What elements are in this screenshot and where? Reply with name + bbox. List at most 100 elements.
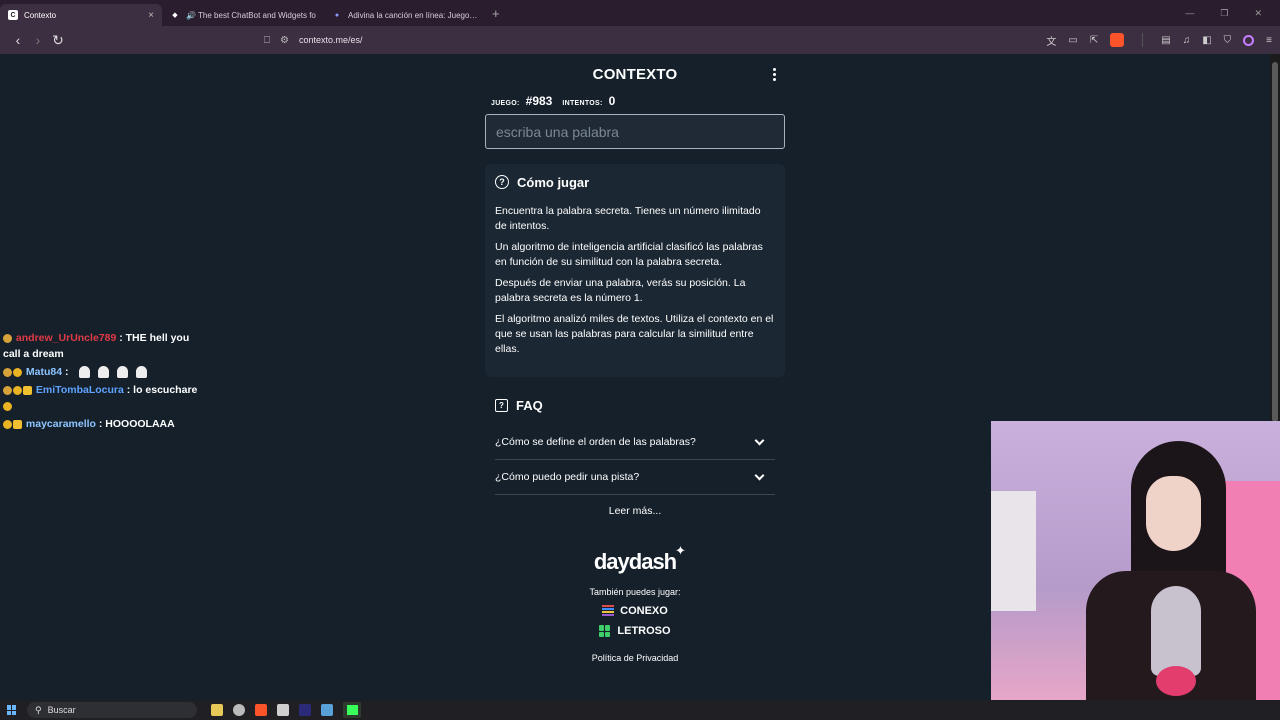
privacy-link[interactable]: Política de Privacidad: [485, 653, 785, 663]
tab-contexto[interactable]: C Contexto ×: [0, 4, 162, 26]
chat-text: :: [65, 366, 69, 378]
menu-icon[interactable]: ≡: [1266, 35, 1272, 46]
chat-message: EmiTombaLocura : lo escuchare: [3, 382, 203, 414]
leo-ai-icon[interactable]: [1243, 34, 1255, 46]
chat-username: EmiTombaLocura: [35, 384, 124, 396]
faq-title: FAQ: [516, 397, 543, 413]
contexto-main: CONTEXTO JUEGO: #983 INTENTOS: 0 ? Cómo …: [485, 54, 785, 663]
minimize-icon[interactable]: —: [1185, 8, 1194, 19]
close-tab-icon[interactable]: ×: [148, 10, 154, 21]
chat-username: maycaramello: [25, 418, 96, 430]
faq-question: ¿Cómo puedo pedir una pista?: [495, 471, 640, 483]
ghost-emote-icon: [117, 366, 129, 379]
tab-title: Contexto: [24, 10, 57, 20]
window-controls: — ❐ ✕: [1185, 8, 1280, 19]
how-to-play-title: Cómo jugar: [517, 174, 590, 190]
mic-mount: [1156, 666, 1196, 696]
pencil-badge-icon: [3, 367, 12, 377]
faq-item[interactable]: ¿Cómo se define el orden de las palabras…: [495, 425, 775, 460]
conexo-icon: [602, 605, 615, 617]
question-circle-icon: ?: [495, 175, 509, 189]
translate-icon[interactable]: 文: [1046, 33, 1056, 48]
word-input[interactable]: [485, 114, 785, 149]
sidebar-icon[interactable]: ▤: [1161, 35, 1170, 46]
coin-badge-icon: [13, 367, 22, 377]
how-to-paragraph: Un algoritmo de inteligencia artificial …: [495, 241, 763, 268]
scrollbar-thumb[interactable]: [1272, 62, 1278, 422]
chat-message: andrew_UrUncle789 : THE hell you call a …: [3, 330, 203, 362]
also-play-label: También puedes jugar:: [589, 587, 681, 597]
how-to-paragraph: Después de enviar una palabra, verás su …: [495, 277, 746, 304]
url-field[interactable]: contexto.me/es/: [299, 35, 363, 45]
sparkle-icon: ✦: [675, 543, 686, 558]
file-explorer-icon[interactable]: [211, 704, 223, 716]
pencil-badge-icon: [3, 333, 12, 343]
crown-badge-icon: [23, 385, 32, 395]
reload-icon[interactable]: ↻: [48, 32, 68, 49]
premiere-icon[interactable]: [299, 704, 311, 716]
faq-item[interactable]: ¿Cómo puedo pedir una pista?: [495, 460, 775, 495]
restore-icon[interactable]: ❐: [1220, 8, 1228, 19]
search-label: Buscar: [47, 705, 76, 715]
steam-icon[interactable]: [321, 704, 333, 716]
more-options-icon[interactable]: [773, 68, 777, 81]
windows-start-icon[interactable]: [7, 705, 17, 715]
brave-icon[interactable]: [255, 704, 267, 716]
music-favicon-icon: ●: [334, 11, 340, 19]
faq-question: ¿Cómo se define el orden de las palabras…: [495, 436, 696, 448]
close-window-icon[interactable]: ✕: [1254, 8, 1262, 19]
chat-faded-message: [3, 300, 203, 328]
tab-title: 🔊 The best ChatBot and Widgets fo: [186, 10, 316, 20]
read-more-link[interactable]: Leer más...: [495, 505, 775, 517]
taskbar-search[interactable]: ⚲ Buscar: [27, 702, 197, 718]
obs-icon[interactable]: [343, 702, 361, 718]
tab-adivina-cancion[interactable]: ● Adivina la canción en línea: Juegos d: [324, 4, 486, 26]
panel-icon[interactable]: ◧: [1202, 35, 1211, 46]
app-icon[interactable]: [277, 704, 289, 716]
share-icon[interactable]: ⇱: [1090, 35, 1098, 46]
how-to-paragraph: Encuentra la palabra secreta. Tienes un …: [495, 205, 761, 232]
daydash-logo[interactable]: daydash ✦: [485, 543, 785, 575]
vpn-shield-icon[interactable]: ⛉: [1224, 35, 1232, 46]
bookmark-icon[interactable]: ⎕: [264, 35, 270, 46]
webcam-streamer-face: [1146, 476, 1201, 551]
chevron-down-icon: [754, 435, 765, 446]
chat-message: maycaramello : HOOOOLAAA: [3, 416, 203, 432]
question-square-icon: ?: [495, 398, 508, 412]
contexto-favicon-icon: C: [8, 10, 18, 20]
streamelements-favicon-icon: ◆: [172, 12, 178, 19]
letroso-link[interactable]: LETROSO: [485, 625, 785, 637]
divider: [1142, 33, 1144, 47]
letroso-label: LETROSO: [617, 625, 671, 637]
chat-text: : HOOOOLAAA: [98, 418, 175, 430]
new-tab-plus-icon[interactable]: +: [492, 6, 500, 21]
conexo-label: CONEXO: [620, 605, 668, 617]
game-stats: JUEGO: #983 INTENTOS: 0: [485, 94, 785, 112]
search-icon: ⚲: [35, 704, 42, 715]
how-to-play-card: ? Cómo jugar Encuentra la palabra secret…: [485, 164, 785, 377]
taskbar-apps: [211, 702, 361, 718]
webcam-shelf: [991, 491, 1036, 611]
cast-icon[interactable]: ▭: [1068, 35, 1077, 46]
address-bar: ‹ › ↻ ⎕ ⚙ contexto.me/es/ 文 ▭ ⇱ ▤ ♫ ◧ ⛉ …: [0, 26, 1280, 54]
ghost-emote-icon: [98, 366, 110, 379]
ghost-emote-icon: [79, 366, 91, 379]
windows-taskbar: ⚲ Buscar: [0, 700, 1280, 720]
conexo-link[interactable]: CONEXO: [485, 605, 785, 617]
microphone-icon: [1151, 586, 1201, 676]
game-title: CONTEXTO: [592, 65, 678, 83]
tab-chatbot[interactable]: ◆ 🔊 The best ChatBot and Widgets fo: [162, 4, 324, 26]
coin-badge-icon: [3, 419, 12, 429]
forward-icon[interactable]: ›: [28, 32, 48, 48]
attempts-label: INTENTOS:: [562, 100, 603, 107]
settings-icon[interactable]: [233, 704, 245, 716]
attempts-value: 0: [608, 94, 616, 108]
music-icon[interactable]: ♫: [1183, 35, 1191, 46]
crown-badge-icon: [13, 419, 22, 429]
back-icon[interactable]: ‹: [8, 32, 28, 48]
site-info-icon[interactable]: ⚙: [280, 35, 289, 46]
chat-username: andrew_UrUncle789: [15, 332, 117, 344]
how-to-paragraph: El algoritmo analizó miles de textos. Ut…: [495, 313, 774, 355]
brave-shields-icon[interactable]: [1110, 33, 1125, 47]
game-number: #983: [525, 94, 553, 108]
